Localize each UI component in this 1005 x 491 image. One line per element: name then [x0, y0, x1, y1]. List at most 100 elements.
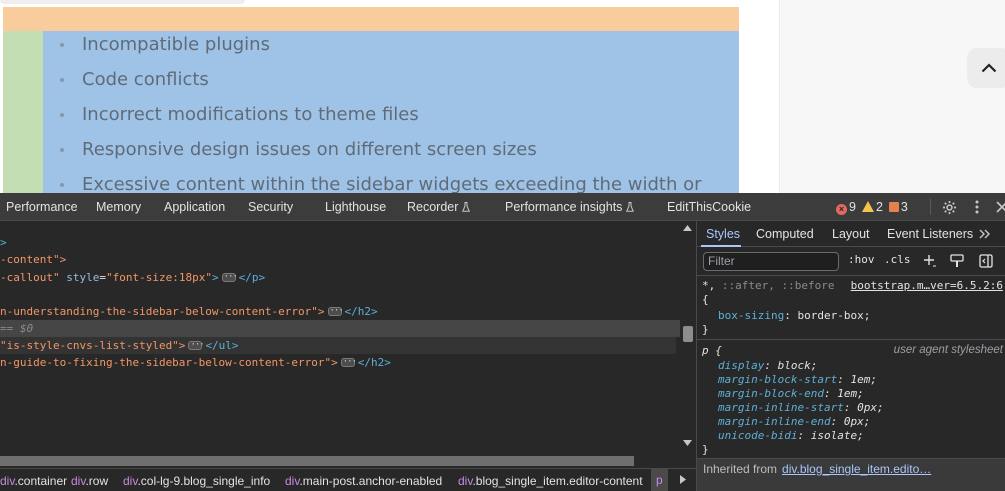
- dom-line[interactable]: "is-style-cnvs-list-styled"> </ul>: [0, 337, 676, 354]
- style-declaration[interactable]: display: block;: [718, 359, 817, 373]
- style-declaration[interactable]: unicode-bidi: isolate;: [718, 429, 864, 443]
- scroll-up-arrow-icon[interactable]: [683, 225, 692, 231]
- settings-gear-icon[interactable]: [940, 198, 958, 216]
- page-right-column: [779, 0, 1005, 193]
- dom-line[interactable]: n-guide-to-fixing-the-sidebar-below-cont…: [0, 354, 391, 371]
- more-options-icon[interactable]: [968, 198, 986, 216]
- flask-icon: [462, 202, 471, 212]
- tab-recorder-label: Recorder: [407, 200, 459, 214]
- inherited-from-header: Inherited from div.blog_single_item.edito…: [697, 458, 1005, 491]
- dom-line[interactable]: -callout" style="font-size:18px"></p>: [0, 269, 265, 286]
- style-declaration[interactable]: box-sizing: border-box;: [718, 309, 870, 323]
- active-tab-indicator: [701, 245, 741, 247]
- breadcrumb-scroll-right-icon[interactable]: [680, 475, 686, 484]
- dom-attr-value: n-guide-to-fixing-the-sidebar-below-cont…: [0, 356, 338, 369]
- scrollbar-thumb[interactable]: [0, 456, 634, 466]
- dom-attr-value: -callout": [0, 271, 60, 284]
- scroll-to-top-button[interactable]: [967, 48, 1005, 88]
- style-declaration[interactable]: margin-block-end: 1em;: [718, 387, 864, 401]
- elements-horizontal-scrollbar[interactable]: [0, 454, 696, 467]
- issues-count: 3: [900, 200, 908, 214]
- collapsed-content-ellipsis[interactable]: [221, 269, 237, 286]
- dom-attr-value: "is-style-cnvs-list-styled">: [0, 339, 186, 352]
- dom-attr-value: -content">: [0, 253, 67, 266]
- toggle-classes-button[interactable]: .cls: [884, 253, 911, 266]
- devtools-panel: Performance Memory Application Security …: [0, 193, 1005, 491]
- list-item: Incorrect modifications to theme files: [43, 102, 702, 137]
- collapsed-content-ellipsis[interactable]: [188, 337, 204, 354]
- more-tabs-chevron-icon[interactable]: [979, 229, 991, 239]
- breadcrumb-item[interactable]: div.col-lg-9.blog_single_info: [123, 474, 270, 488]
- tab-memory[interactable]: Memory: [96, 200, 141, 214]
- chevron-up-icon: [981, 63, 997, 73]
- tab-performance[interactable]: Performance: [6, 200, 78, 214]
- style-declaration[interactable]: margin-inline-end: 0px;: [718, 415, 870, 429]
- selected-node-ref: == $0: [0, 322, 34, 335]
- error-count: 9: [849, 200, 856, 214]
- styled-list: Incompatible plugins Code conflicts Inco…: [43, 32, 702, 193]
- breadcrumb-item[interactable]: div.container: [0, 474, 67, 488]
- tab-event-listeners[interactable]: Event Listeners: [887, 227, 973, 241]
- dom-attr-value: n-understanding-the-sidebar-below-conten…: [0, 305, 325, 318]
- rule-selector: *, ::after, ::before: [702, 279, 835, 292]
- breadcrumb-item[interactable]: div.row: [71, 474, 108, 488]
- style-declaration[interactable]: margin-block-start: 1em;: [718, 373, 877, 387]
- scroll-down-arrow-icon[interactable]: [683, 440, 692, 446]
- error-icon: ×: [836, 204, 847, 215]
- tab-editthiscookie[interactable]: EditThisCookie: [667, 200, 751, 214]
- tab-lighthouse[interactable]: Lighthouse: [325, 200, 386, 214]
- inherited-label: Inherited from div.blog_single_item.edito…: [703, 462, 932, 476]
- toggle-sidebar-icon[interactable]: [979, 254, 993, 268]
- flask-icon: [626, 202, 635, 212]
- list-item: Excessive content within the sidebar wid…: [43, 172, 702, 193]
- devtools-tab-bar: Performance Memory Application Security …: [0, 193, 1005, 221]
- tab-performance-insights[interactable]: Performance insights: [505, 200, 635, 214]
- rule-divider: [697, 339, 1005, 340]
- stylesheet-source-link[interactable]: bootstrap.m…ver=6.5.2:6: [851, 279, 1003, 292]
- margin-highlight-overlay: [3, 7, 739, 31]
- toggle-hover-state-button[interactable]: :hov: [848, 253, 875, 266]
- list-item-text: Code conflicts: [82, 69, 209, 90]
- breadcrumb-item[interactable]: div.blog_single_item.editor-content: [458, 474, 643, 488]
- warning-icon: [861, 201, 874, 212]
- scrollbar-thumb[interactable]: [683, 326, 693, 342]
- rule-selector: p {: [702, 344, 722, 357]
- warning-count: 2: [875, 200, 883, 214]
- dom-tag: </h2>: [357, 356, 391, 369]
- dom-line[interactable]: n-understanding-the-sidebar-below-conten…: [0, 303, 378, 320]
- inherited-element-link[interactable]: div.blog_single_item.edito…: [782, 462, 931, 476]
- elements-dom-tree[interactable]: > -content"> -callout" style="font-size:…: [0, 221, 680, 454]
- dom-line[interactable]: >: [0, 234, 7, 251]
- list-item: Code conflicts: [43, 67, 702, 102]
- webpage-viewport: Incompatible plugins Code conflicts Inco…: [0, 0, 1005, 193]
- close-devtools-icon[interactable]: [993, 198, 1005, 216]
- list-item-text: Incorrect modifications to theme files: [82, 104, 419, 125]
- new-style-rule-icon[interactable]: [923, 254, 937, 268]
- tab-recorder[interactable]: Recorder: [407, 200, 471, 214]
- dom-tag: </h2>: [344, 305, 378, 318]
- tab-layout[interactable]: Layout: [832, 227, 870, 241]
- styles-sidebar: Styles Computed Layout Event Listeners F…: [697, 221, 1005, 491]
- dom-line-selected[interactable]: == $0: [0, 320, 680, 337]
- tab-security[interactable]: Security: [248, 200, 293, 214]
- dom-line[interactable]: -content">: [0, 251, 66, 268]
- content-highlight-overlay: Incompatible plugins Code conflicts Inco…: [43, 31, 739, 193]
- issues-icon: [888, 202, 899, 212]
- breadcrumb-item[interactable]: div.main-post.anchor-enabled: [285, 474, 442, 488]
- page-header-edge: [0, 0, 245, 4]
- paint-brush-icon[interactable]: [950, 254, 964, 268]
- elements-vertical-scrollbar[interactable]: [680, 221, 696, 454]
- tab-styles[interactable]: Styles: [706, 227, 740, 241]
- dom-tag: </ul>: [205, 339, 239, 352]
- tab-computed[interactable]: Computed: [756, 227, 814, 241]
- breadcrumb-item-selected[interactable]: p: [651, 469, 668, 491]
- issue-counters[interactable]: × 9 2 3: [836, 200, 914, 215]
- tab-application[interactable]: Application: [164, 200, 225, 214]
- user-agent-stylesheet-label: user agent stylesheet: [893, 344, 1003, 356]
- list-item-text: Incompatible plugins: [82, 34, 270, 55]
- collapsed-content-ellipsis[interactable]: [340, 354, 356, 371]
- style-declaration[interactable]: margin-inline-start: 0px;: [718, 401, 884, 415]
- styles-filter-input[interactable]: Filter: [703, 252, 839, 271]
- collapsed-content-ellipsis[interactable]: [327, 303, 343, 320]
- list-item: Incompatible plugins: [43, 32, 702, 67]
